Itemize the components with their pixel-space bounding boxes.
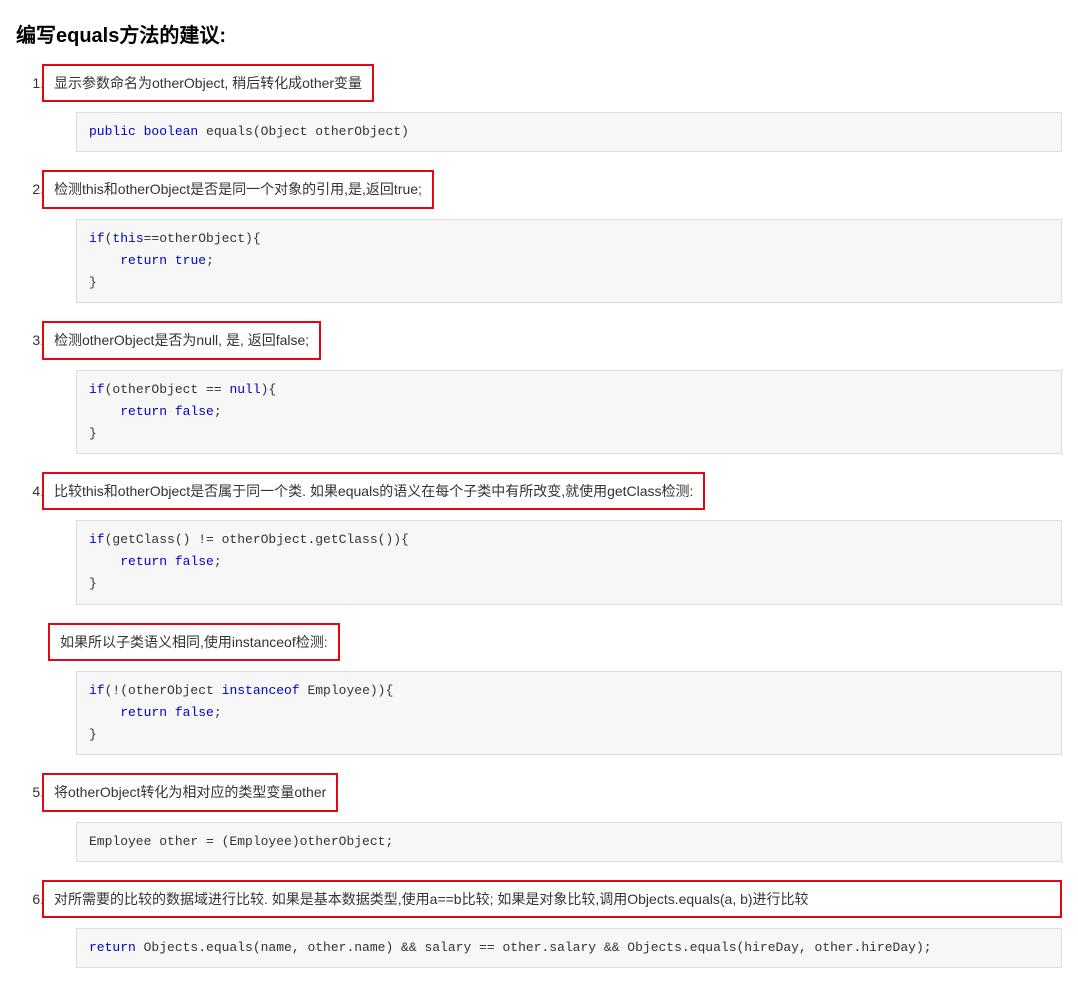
step-1-code: public boolean equals(Object otherObject… [76, 112, 1062, 152]
steps-list: 显示参数命名为otherObject, 稍后转化成other变量 public … [16, 64, 1062, 968]
step-6: 对所需要的比较的数据域进行比较. 如果是基本数据类型,使用a==b比较; 如果是… [48, 880, 1062, 968]
step-4: 比较this和otherObject是否属于同一个类. 如果equals的语义在… [48, 472, 1062, 755]
step-5: 将otherObject转化为相对应的类型变量other Employee ot… [48, 773, 1062, 861]
step-5-text: 将otherObject转化为相对应的类型变量other [42, 773, 338, 811]
step-2: 检测this和otherObject是否是同一个对象的引用,是,返回true; … [48, 170, 1062, 303]
step-1: 显示参数命名为otherObject, 稍后转化成other变量 public … [48, 64, 1062, 152]
step-1-text: 显示参数命名为otherObject, 稍后转化成other变量 [42, 64, 374, 102]
step-6-code: return Objects.equals(name, other.name) … [76, 928, 1062, 968]
step-3-text: 检测otherObject是否为null, 是, 返回false; [42, 321, 321, 359]
step-2-text: 检测this和otherObject是否是同一个对象的引用,是,返回true; [42, 170, 434, 208]
page-title: 编写equals方法的建议: [16, 20, 1062, 52]
step-4-code: if(getClass() != otherObject.getClass())… [76, 520, 1062, 604]
step-4-note-code: if(!(otherObject instanceof Employee)){ … [76, 671, 1062, 755]
step-6-text: 对所需要的比较的数据域进行比较. 如果是基本数据类型,使用a==b比较; 如果是… [42, 880, 1062, 918]
step-3: 检测otherObject是否为null, 是, 返回false; if(oth… [48, 321, 1062, 454]
step-3-code: if(otherObject == null){ return false; } [76, 370, 1062, 454]
step-2-code: if(this==otherObject){ return true; } [76, 219, 1062, 303]
step-4-text: 比较this和otherObject是否属于同一个类. 如果equals的语义在… [42, 472, 705, 510]
step-4-note: 如果所以子类语义相同,使用instanceof检测: [48, 623, 340, 661]
step-5-code: Employee other = (Employee)otherObject; [76, 822, 1062, 862]
